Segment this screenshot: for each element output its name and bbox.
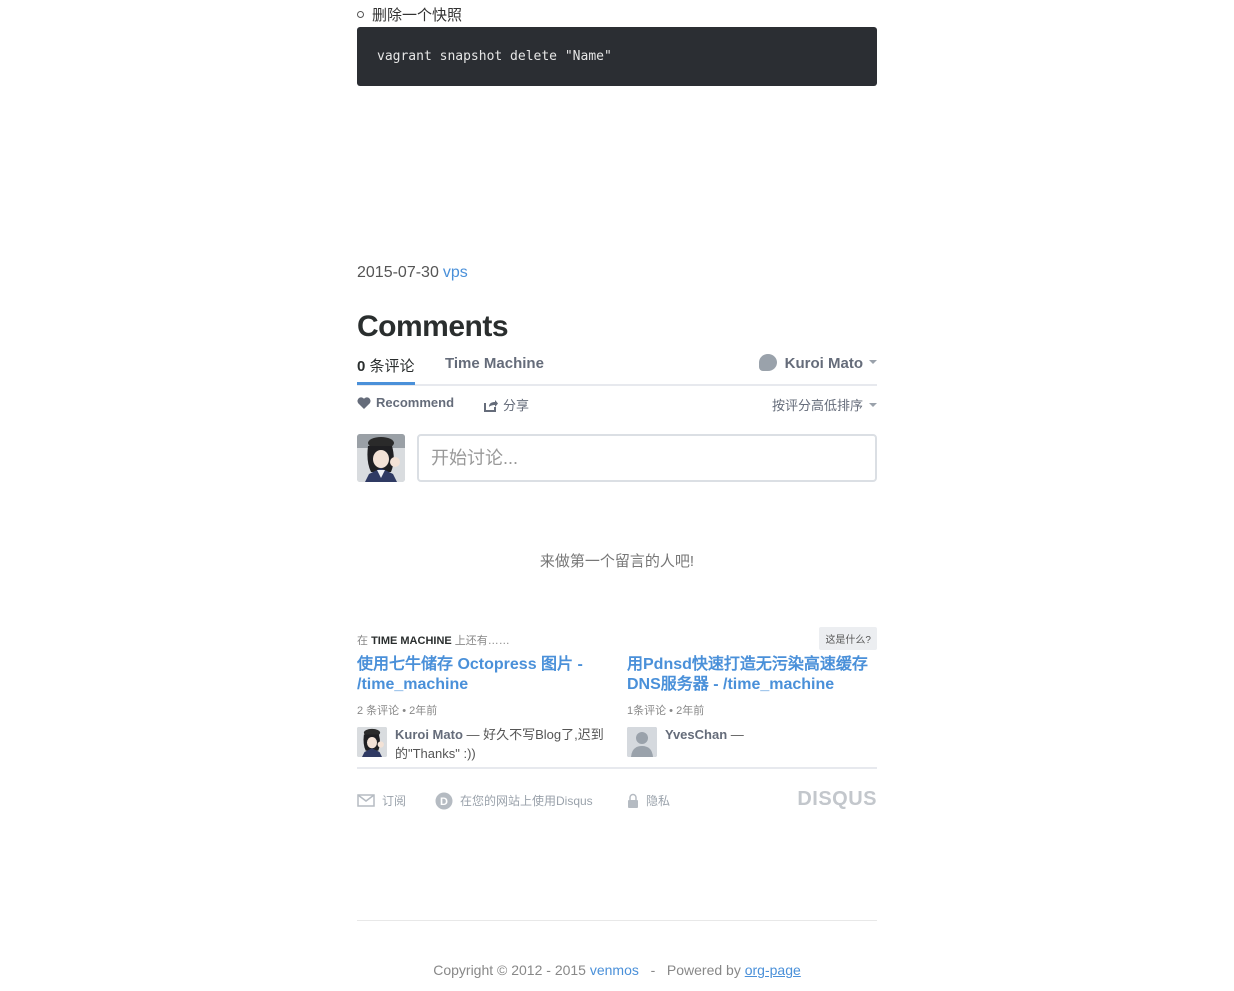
powered-by-text: Powered by [666,962,741,978]
recommend-label: Recommend [376,395,455,410]
code-block: vagrant snapshot delete "Name" [357,27,877,86]
privacy-label: 隐私 [646,794,671,808]
avatar[interactable] [357,434,405,482]
sort-label: 按评分高低排序 [771,398,863,413]
thread-actions: Recommend 分享 按评分高低排序 [357,395,877,415]
commenter-name[interactable]: YvesChan [665,727,727,742]
also-on-site: TIME MACHINE [371,635,452,647]
related-post: 用Pdnsd快速打造无污染高速缓存DNS服务器 - /time_machine … [627,655,877,757]
bullet-icon [357,10,364,18]
share-button[interactable]: 分享 [484,395,529,414]
also-on-suffix: 上还有…… [454,635,510,647]
footer-separator: - [650,962,656,978]
disqus-logo[interactable]: DISQUS [797,788,877,811]
comment-count: 0 [357,358,366,375]
related-post-meta: 2 条评论 • 2年前 [357,705,438,717]
page-footer: Copyright © 2012 - 2015 venmos - Powered… [0,962,1234,978]
related-post: 使用七牛储存 Octopress 图片 - /time_machine 2 条评… [357,655,607,763]
disqus-tab-bar: 0 条评论 Time Machine Kuroi Mato [357,352,877,386]
tag-link-vps[interactable]: vps [443,264,468,281]
heart-icon [357,396,371,409]
share-label: 分享 [503,398,530,413]
author-link[interactable]: venmos [590,962,639,978]
related-post-comment: YvesChan — [627,725,877,757]
default-avatar-icon [627,727,657,757]
comment-excerpt[interactable]: — [731,727,744,742]
chevron-down-icon [869,402,877,407]
related-post-comment: Kuroi Mato — 好久不写Blog了,迟到的"Thanks" :)) [357,725,607,763]
whats-this-button[interactable]: 这是什么? [819,627,877,650]
avatar-image [357,727,387,757]
divider [357,920,877,921]
recommend-button[interactable]: Recommend [357,395,454,410]
comment-count-label: 条评论 [369,358,415,375]
share-icon [484,400,498,413]
related-post-title-link[interactable]: 用Pdnsd快速打造无污染高速缓存DNS服务器 - /time_machine [627,655,877,695]
user-menu[interactable]: Kuroi Mato [758,353,877,373]
use-disqus-link[interactable]: D 在您的网站上使用Disqus [435,792,593,811]
avatar[interactable] [357,727,387,757]
use-disqus-label: 在您的网站上使用Disqus [460,794,593,808]
notification-bubble-icon[interactable] [758,353,777,371]
lock-icon [628,794,638,809]
user-name: Kuroi Mato [784,355,863,372]
mail-icon [357,794,375,808]
chevron-down-icon [869,360,877,365]
post-date: 2015-07-30 [357,264,439,281]
subscribe-label: 订阅 [382,794,407,808]
empty-state-text: 来做第一个留言的人吧! [539,553,695,570]
disqus-d-icon: D [435,792,453,810]
disqus-footer: 订阅 D 在您的网站上使用Disqus 隐私 DISQUS [357,788,877,812]
engine-link[interactable]: org-page [745,962,801,978]
comment-input[interactable]: 开始讨论... [417,434,877,482]
divider [357,767,877,769]
list-item-text: 删除一个快照 [372,7,463,24]
svg-text:D: D [440,796,448,808]
comments-heading: Comments [357,310,509,343]
sort-dropdown[interactable]: 按评分高低排序 [772,395,877,414]
also-on-prefix: 在 [357,635,368,647]
tab-community[interactable]: Time Machine [445,355,544,372]
avatar[interactable] [627,727,657,757]
also-on-heading: 在 TIME MACHINE 上还有…… [357,632,510,648]
avatar-image [357,434,405,482]
commenter-name[interactable]: Kuroi Mato [395,727,463,742]
list-item: 删除一个快照 [357,4,462,25]
active-tab-indicator [357,382,415,385]
subscribe-link[interactable]: 订阅 [357,792,406,809]
related-post-meta: 1条评论 • 2年前 [627,705,705,717]
related-post-title-link[interactable]: 使用七牛储存 Octopress 图片 - /time_machine [357,655,607,695]
privacy-link[interactable]: 隐私 [627,792,670,809]
copyright-text: Copyright © 2012 - 2015 [433,962,586,978]
post-meta: 2015-07-30 vps [357,264,468,282]
tab-comment-count[interactable]: 0 条评论 [357,355,415,376]
